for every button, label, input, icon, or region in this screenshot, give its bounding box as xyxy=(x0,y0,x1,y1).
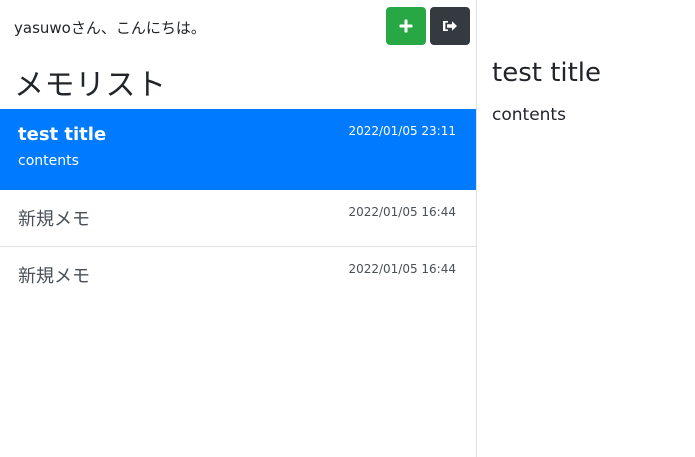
memo-detail-panel: test title contents xyxy=(477,0,695,457)
memo-item-date: 2022/01/05 16:44 xyxy=(348,262,456,276)
memo-list-item[interactable]: 新規メモ 2022/01/05 16:44 xyxy=(0,247,476,304)
plus-icon xyxy=(398,18,414,34)
memo-detail-title: test title xyxy=(492,58,602,88)
greeting-text: yasuwoさん、こんにちは。 xyxy=(14,19,206,37)
memo-item-body: contents xyxy=(18,153,79,169)
memo-list-title: メモリスト xyxy=(14,68,167,103)
memo-item-date: 2022/01/05 16:44 xyxy=(348,205,456,219)
logout-button[interactable] xyxy=(430,7,470,45)
memo-item-title: 新規メモ xyxy=(18,266,90,287)
memo-item-title: test title xyxy=(18,124,107,145)
memo-list-item[interactable]: test title 2022/01/05 23:11 contents xyxy=(0,109,476,190)
add-memo-button[interactable] xyxy=(386,7,426,45)
memo-detail-body: contents xyxy=(492,105,566,125)
memo-list: test title 2022/01/05 23:11 contents 新規メ… xyxy=(0,109,476,304)
memo-list-item[interactable]: 新規メモ 2022/01/05 16:44 xyxy=(0,190,476,247)
sign-out-icon xyxy=(442,18,458,34)
memo-list-panel: yasuwoさん、こんにちは。 メモリスト test title 2022/01… xyxy=(0,0,476,457)
memo-app: yasuwoさん、こんにちは。 メモリスト test title 2022/01… xyxy=(0,0,695,457)
memo-item-date: 2022/01/05 23:11 xyxy=(348,124,456,138)
memo-item-title: 新規メモ xyxy=(18,209,90,230)
